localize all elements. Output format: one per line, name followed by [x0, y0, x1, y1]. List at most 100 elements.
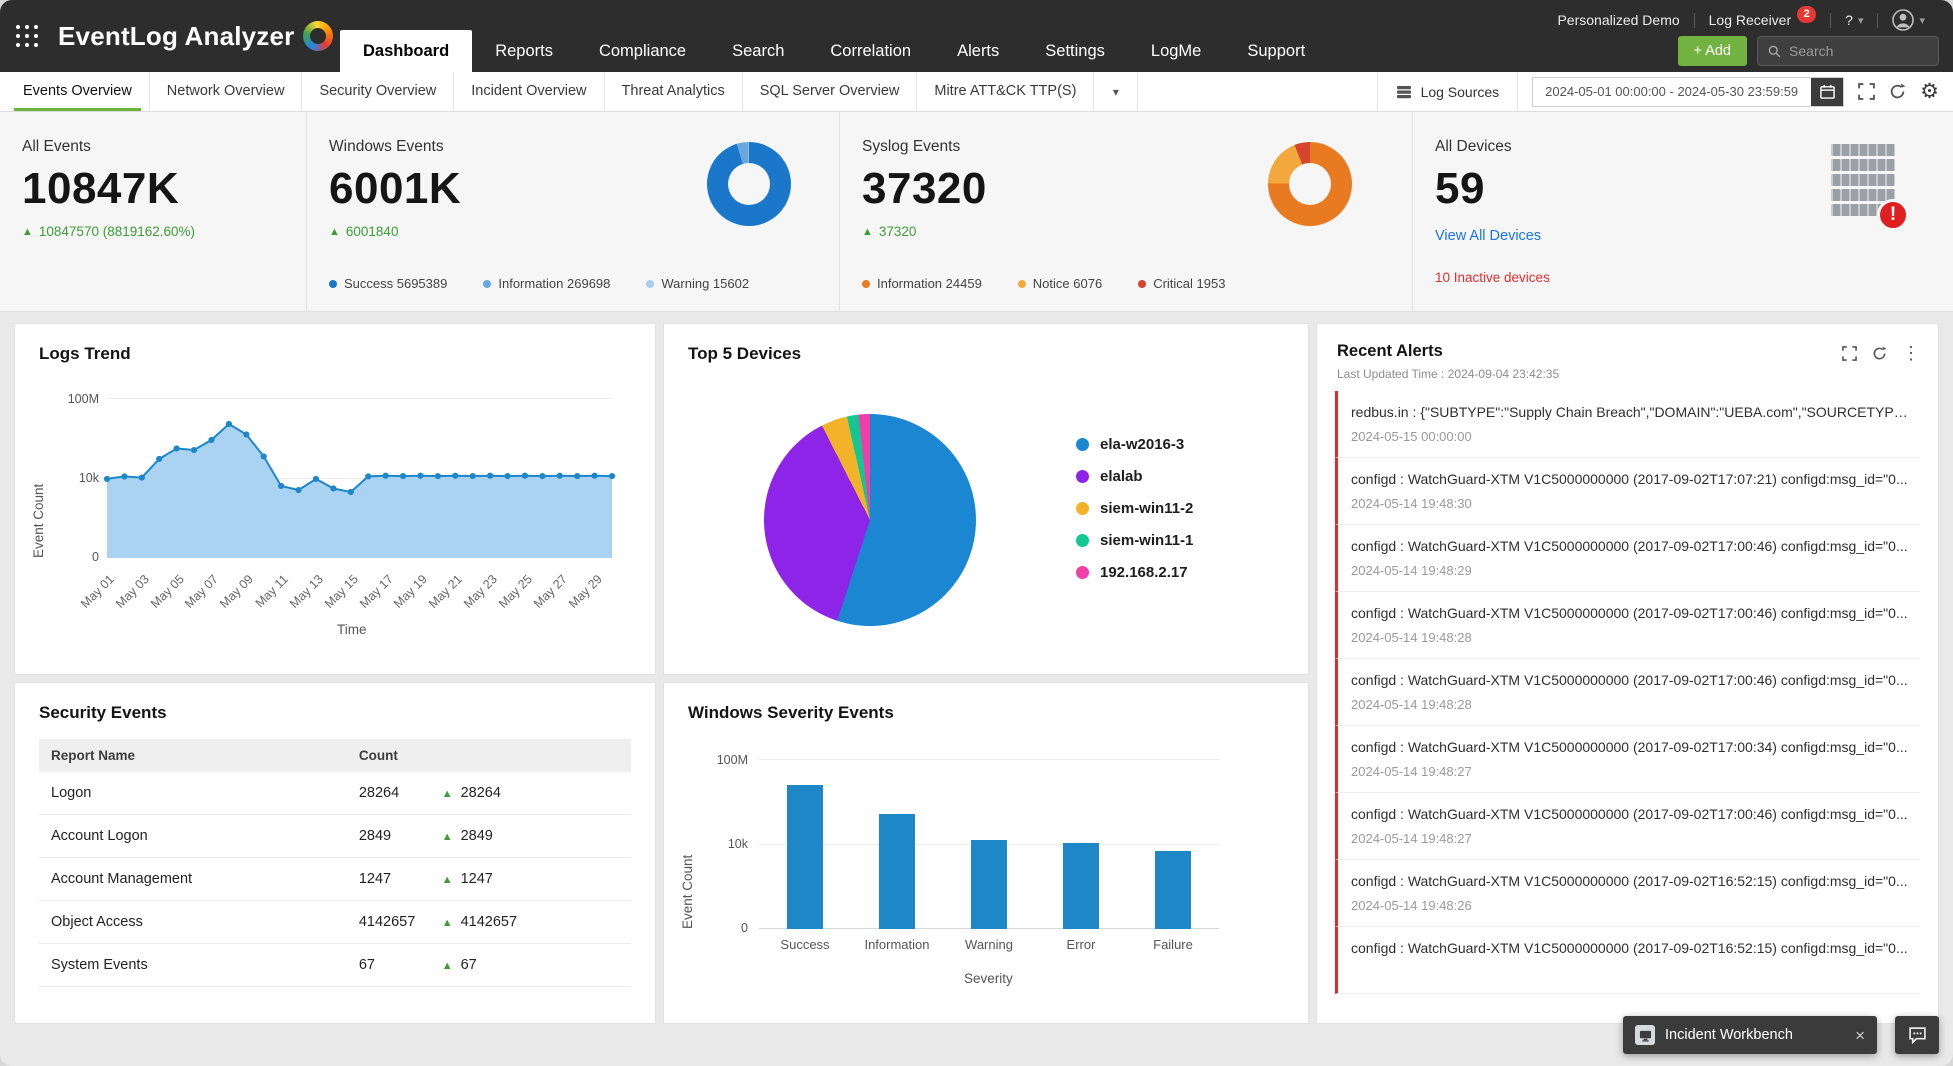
table-row[interactable]: Object Access 4142657 ▲ 4142657: [39, 900, 631, 944]
bar-information[interactable]: [879, 814, 915, 929]
log-receiver-link[interactable]: Log Receiver 2: [1695, 5, 1831, 29]
alert-item[interactable]: redbus.in : {"SUBTYPE":"Supply Chain Bre…: [1335, 391, 1920, 458]
legend-siem-win11-1[interactable]: siem-win11-1: [1076, 532, 1193, 549]
tab-events-overview[interactable]: Events Overview: [6, 72, 150, 111]
legend-label: Information 24459: [877, 276, 982, 291]
logs-trend-panel: Logs Trend Event Count 100M 10k 0 May 01…: [14, 323, 656, 675]
nav-item-reports[interactable]: Reports: [472, 30, 576, 72]
alert-time: 2024-05-14 19:48:27: [1351, 764, 1472, 779]
alert-item[interactable]: configd : WatchGuard-XTM V1C5000000000 (…: [1335, 860, 1920, 927]
header-utility-bar: Personalized Demo Log Receiver 2 ? ▾ ▾: [1543, 5, 1939, 33]
alert-item[interactable]: configd : WatchGuard-XTM V1C5000000000 (…: [1335, 726, 1920, 793]
column-header-spacer: [429, 739, 631, 772]
tab-sql-server-overview[interactable]: SQL Server Overview: [743, 72, 918, 111]
panel-title: Recent Alerts: [1337, 342, 1443, 360]
log-sources-button[interactable]: Log Sources: [1376, 72, 1519, 111]
bar-error[interactable]: [1063, 843, 1099, 929]
date-range-value[interactable]: 2024-05-01 00:00:00 - 2024-05-30 23:59:5…: [1533, 84, 1811, 99]
count-cell: 1247: [346, 857, 430, 901]
bar-failure[interactable]: [1155, 851, 1191, 929]
help-menu[interactable]: ? ▾: [1831, 12, 1877, 28]
refresh-panel-button[interactable]: [1872, 345, 1887, 361]
view-all-devices-link[interactable]: View All Devices: [1435, 228, 1953, 244]
legend-elalab[interactable]: elalab: [1076, 468, 1193, 485]
legend-label: ela-w2016-3: [1100, 436, 1185, 453]
delta-value: 2849: [460, 828, 493, 844]
table-row[interactable]: Account Logon 2849 ▲ 2849: [39, 814, 631, 858]
legend-label: elalab: [1100, 468, 1143, 485]
report-name-cell: Account Logon: [39, 814, 347, 858]
add-button[interactable]: + Add: [1677, 36, 1747, 66]
x-axis-label: Severity: [964, 971, 1013, 986]
chevron-down-icon: ▾: [1857, 14, 1864, 27]
legend-information: Information 269698: [483, 276, 610, 291]
windows-severity-chart: Event Count 100M 10k 0 Success Informatio…: [664, 723, 1308, 1005]
personalized-demo-link[interactable]: Personalized Demo: [1543, 12, 1693, 28]
y-tick: 10k: [727, 837, 748, 851]
date-range-picker[interactable]: 2024-05-01 00:00:00 - 2024-05-30 23:59:5…: [1532, 76, 1845, 107]
tab-threat-analytics[interactable]: Threat Analytics: [605, 72, 743, 111]
tab-network-overview[interactable]: Network Overview: [150, 72, 303, 111]
incident-workbench-bar[interactable]: Incident Workbench ×: [1623, 1016, 1877, 1054]
personalized-demo-label: Personalized Demo: [1557, 12, 1680, 28]
app-title: EventLog Analyzer: [58, 20, 295, 51]
panel-menu-button[interactable]: ⋮: [1902, 344, 1920, 362]
apps-grid-icon[interactable]: [16, 25, 40, 49]
legend-dot: [1076, 470, 1089, 483]
bar-warning[interactable]: [971, 840, 1007, 929]
delta-cell: ▲ 2849: [429, 814, 631, 858]
table-row[interactable]: Logon 28264 ▲ 28264: [39, 772, 631, 815]
nav-item-compliance[interactable]: Compliance: [576, 30, 709, 72]
nav-item-support[interactable]: Support: [1224, 30, 1328, 72]
legend-dot: [1076, 534, 1089, 547]
tab-security-overview[interactable]: Security Overview: [302, 72, 455, 111]
search-input[interactable]: [1789, 43, 1928, 59]
alert-item[interactable]: configd : WatchGuard-XTM V1C5000000000 (…: [1335, 458, 1920, 525]
user-account-menu[interactable]: ▾: [1878, 9, 1939, 31]
alert-item[interactable]: configd : WatchGuard-XTM V1C5000000000 (…: [1335, 793, 1920, 860]
feedback-chat-button[interactable]: [1895, 1016, 1939, 1054]
nav-item-settings[interactable]: Settings: [1022, 30, 1128, 72]
nav-item-correlation[interactable]: Correlation: [807, 30, 934, 72]
bar-success[interactable]: [787, 785, 823, 929]
stat-delta-value: 10847570 (8819162.60%): [38, 224, 196, 239]
table-row[interactable]: Account Management 1247 ▲ 1247: [39, 857, 631, 901]
stat-all-devices: All Devices 59 View All Devices 10 Inact…: [1413, 112, 1953, 311]
nav-item-search[interactable]: Search: [709, 30, 807, 72]
report-name-cell: Account Management: [39, 857, 347, 901]
top-devices-pie[interactable]: [764, 414, 976, 626]
legend-notice: Notice 6076: [1017, 276, 1102, 291]
legend-success: Success 5695389: [329, 276, 447, 291]
settings-gear-button[interactable]: ⚙: [1920, 81, 1939, 102]
calendar-button[interactable]: [1811, 77, 1844, 106]
logs-trend-plot: [103, 398, 616, 558]
table-row[interactable]: System Events 67 ▲ 67: [39, 943, 631, 987]
alert-item[interactable]: configd : WatchGuard-XTM V1C5000000000 (…: [1335, 592, 1920, 659]
up-arrow-icon: ▲: [441, 831, 453, 843]
more-tabs-dropdown[interactable]: ▾: [1094, 72, 1139, 111]
dashboard-grid: Logs Trend Event Count 100M 10k 0 May 01…: [14, 323, 1939, 1024]
tab-mitre-att-ck-ttp-s[interactable]: Mitre ATT&CK TTP(S): [917, 72, 1095, 111]
legend-192-168-2-17[interactable]: 192.168.2.17: [1076, 564, 1193, 581]
syslog-legend: Information 24459 Notice 6076 Critical 195…: [862, 276, 1225, 291]
expand-panel-button[interactable]: [1842, 345, 1857, 361]
nav-item-logme[interactable]: LogMe: [1128, 30, 1224, 72]
refresh-button[interactable]: [1889, 83, 1906, 100]
tab-incident-overview[interactable]: Incident Overview: [454, 72, 605, 111]
subnav-controls: Log Sources 2024-05-01 00:00:00 - 2024-0…: [1376, 72, 1953, 111]
bar-category-label: Information: [864, 937, 930, 952]
legend-siem-win11-2[interactable]: siem-win11-2: [1076, 500, 1193, 517]
legend-ela-w2016-3[interactable]: ela-w2016-3: [1076, 436, 1193, 453]
alert-item[interactable]: configd : WatchGuard-XTM V1C5000000000 (…: [1335, 525, 1920, 592]
delta-value: 4142657: [460, 914, 518, 930]
nav-item-alerts[interactable]: Alerts: [934, 30, 1022, 72]
close-icon[interactable]: ×: [1855, 1027, 1865, 1044]
global-search[interactable]: [1757, 36, 1939, 66]
fullscreen-button[interactable]: [1858, 83, 1876, 100]
nav-item-dashboard[interactable]: Dashboard: [340, 30, 473, 72]
alert-item[interactable]: configd : WatchGuard-XTM V1C5000000000 (…: [1335, 927, 1920, 994]
stat-delta-value: 6001840: [345, 224, 399, 239]
alert-item[interactable]: configd : WatchGuard-XTM V1C5000000000 (…: [1335, 659, 1920, 726]
alert-message: configd : WatchGuard-XTM V1C5000000000 (…: [1351, 672, 1908, 688]
avatar-icon: [1892, 9, 1915, 31]
